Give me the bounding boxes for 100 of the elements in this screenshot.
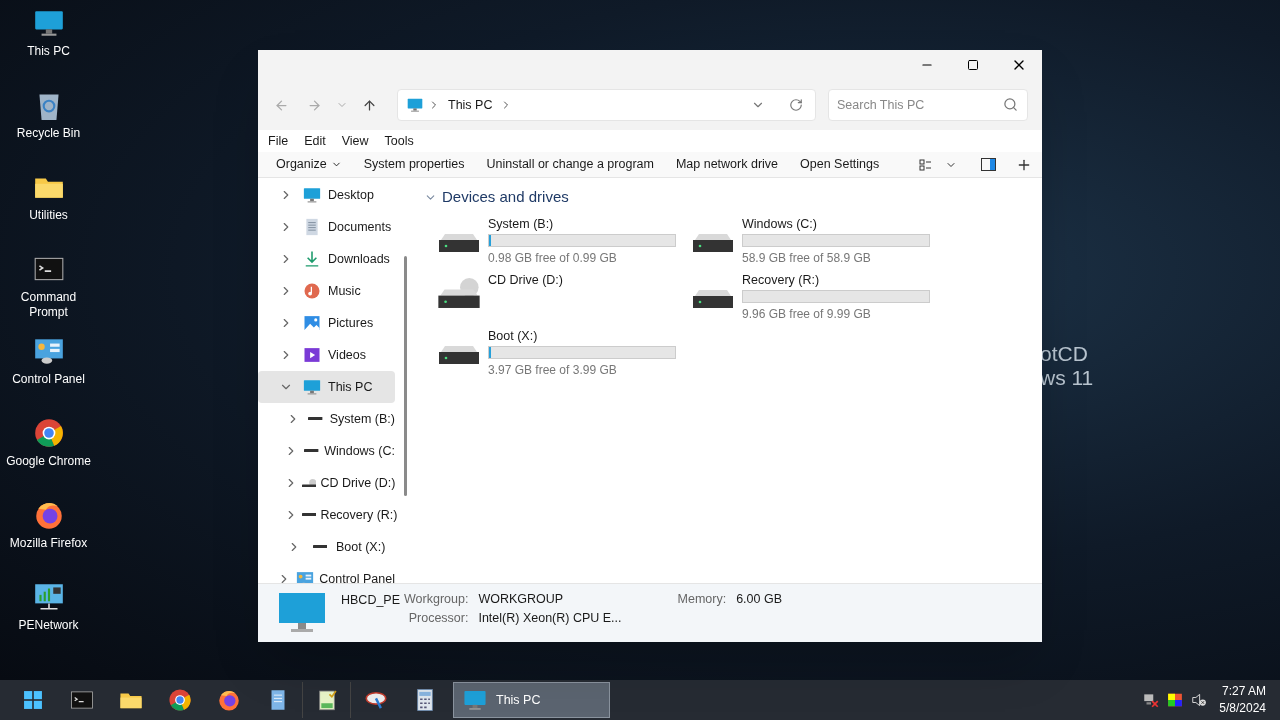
- hard-drive-icon: [437, 344, 481, 365]
- hard-drive-icon: [691, 232, 735, 253]
- free-space: 0.98 GB free of 0.99 GB: [488, 249, 618, 267]
- refresh-icon[interactable]: [789, 98, 803, 112]
- nav-label: Control Panel: [319, 570, 395, 583]
- taskbar-window-button[interactable]: This PC: [453, 682, 610, 718]
- free-space: 58.9 GB free of 58.9 GB: [742, 249, 872, 267]
- nav-label: Music: [328, 282, 361, 300]
- preview-pane-icon[interactable]: [981, 158, 996, 171]
- shortcut-label: PENetwork: [17, 618, 80, 633]
- shortcut-label: Mozilla Firefox: [8, 536, 89, 551]
- view-icon[interactable]: [919, 157, 933, 172]
- nav-item[interactable]: This PC: [258, 371, 395, 403]
- desktop-shortcut[interactable]: Recycle Bin: [0, 88, 97, 170]
- drive-name: System (B:): [488, 215, 555, 232]
- nav-item[interactable]: Downloads: [258, 243, 395, 275]
- video-icon: [302, 345, 322, 365]
- network-disconnected-icon: [1142, 691, 1161, 709]
- drive-tile[interactable]: CD Drive (D:): [437, 271, 691, 328]
- drive-name: Boot (X:): [488, 327, 539, 344]
- nav-label: This PC: [328, 378, 373, 396]
- nav-item[interactable]: Music: [258, 275, 395, 307]
- search-icon: [1003, 97, 1018, 112]
- nav-item[interactable]: System (B:): [258, 403, 395, 435]
- desktop-shortcut[interactable]: This PC: [0, 6, 97, 88]
- detail-label: Memory:: [677, 591, 727, 607]
- command-button[interactable]: Map network drive: [667, 152, 787, 177]
- desktop-shortcut[interactable]: PENetwork: [0, 580, 97, 662]
- drive-icon: [304, 449, 319, 453]
- nav-item[interactable]: CD Drive (D:): [258, 467, 395, 499]
- menu-item[interactable]: Edit: [296, 131, 334, 151]
- command-button[interactable]: Open Settings: [792, 152, 888, 177]
- shortcut-label: This PC: [26, 44, 71, 59]
- drive-tile[interactable]: System (B:) 0.98 GB free of 0.99 GB: [437, 215, 691, 272]
- clock-time[interactable]: 7:27 AM: [1221, 683, 1266, 700]
- detail-value: 6.00 GB: [736, 591, 783, 607]
- detail-label: Processor:: [407, 610, 469, 626]
- nav-item[interactable]: Videos: [258, 339, 395, 371]
- address-bar[interactable]: This PC: [397, 89, 816, 121]
- desktop-shortcut[interactable]: Utilities: [0, 170, 97, 252]
- clock-date[interactable]: 5/8/2024: [1219, 700, 1266, 717]
- drive-icon: [302, 513, 317, 517]
- drive-name: CD Drive (D:): [488, 271, 564, 288]
- nav-label: Pictures: [328, 314, 374, 332]
- desktop-shortcut[interactable]: Google Chrome: [0, 416, 97, 498]
- scrollbar[interactable]: [404, 256, 407, 496]
- nav-item[interactable]: Windows (C:: [258, 435, 395, 467]
- hard-drive-icon: [691, 288, 735, 309]
- nav-item[interactable]: Boot (X:): [258, 531, 395, 563]
- section-header[interactable]: Devices and drives: [424, 186, 1042, 209]
- drive-name: Recovery (R:): [742, 271, 821, 288]
- nav-label: Windows (C:: [324, 442, 395, 460]
- taskbar-app[interactable]: [302, 682, 351, 718]
- shortcut-label: Command Prompt: [19, 290, 78, 320]
- desktop-shortcut[interactable]: Mozilla Firefox: [0, 498, 97, 580]
- breadcrumb[interactable]: This PC: [448, 95, 493, 115]
- monitor-icon: [302, 185, 322, 205]
- menu-item[interactable]: Tools: [376, 131, 422, 151]
- detail-value: WORKGROUP: [478, 591, 565, 607]
- desktop-shortcut[interactable]: Control Panel: [0, 334, 97, 416]
- detail-value: Intel(R) Xeon(R) CPU E...: [478, 610, 622, 626]
- nav-item[interactable]: Documents: [258, 211, 395, 243]
- computer-icon: [278, 591, 326, 635]
- drive-icon: [308, 417, 323, 421]
- nav-label: Recovery (R:): [320, 506, 398, 524]
- shortcut-label: Control Panel: [11, 372, 86, 387]
- wallpaper-text: otCD: [1040, 342, 1089, 366]
- cd-drive-icon: [302, 478, 317, 488]
- command-button[interactable]: System properties: [355, 152, 473, 177]
- drive-icon: [312, 545, 328, 549]
- drive-tile[interactable]: Boot (X:) 3.97 GB free of 3.99 GB: [437, 327, 691, 384]
- menu-item[interactable]: View: [333, 131, 377, 151]
- drive-name: Windows (C:): [742, 215, 818, 232]
- shortcut-label: Utilities: [28, 208, 69, 223]
- shortcut-label: Recycle Bin: [15, 126, 82, 141]
- chrome-icon: [166, 687, 193, 713]
- drive-tile[interactable]: Windows (C:) 58.9 GB free of 58.9 GB: [691, 215, 945, 272]
- detail-label: Workgroup:: [404, 591, 469, 607]
- search-field[interactable]: Search This PC: [828, 89, 1028, 121]
- desktop-shortcut[interactable]: Command Prompt: [0, 252, 97, 334]
- up-icon[interactable]: [362, 97, 377, 113]
- monitor-icon: [302, 377, 322, 397]
- pictures-icon: [302, 313, 322, 333]
- free-space: 9.96 GB free of 9.99 GB: [742, 305, 872, 323]
- nav-label: Documents: [328, 218, 392, 236]
- command-button[interactable]: Organize: [268, 152, 350, 177]
- nav-label: System (B:): [329, 410, 395, 428]
- drive-tile[interactable]: Recovery (R:) 9.96 GB free of 9.99 GB: [691, 271, 945, 328]
- nav-label: Videos: [328, 346, 366, 364]
- nav-item[interactable]: Recovery (R:): [258, 499, 395, 531]
- shortcut-label: Google Chrome: [5, 454, 92, 469]
- nav-item[interactable]: Pictures: [258, 307, 395, 339]
- monitor-icon: [406, 96, 424, 114]
- nav-item[interactable]: Desktop: [258, 179, 395, 211]
- nav-label: Boot (X:): [336, 538, 386, 556]
- hard-drive-icon: [437, 232, 481, 253]
- command-button[interactable]: Uninstall or change a program: [478, 152, 662, 177]
- menu-item[interactable]: File: [260, 131, 297, 151]
- maximize-icon[interactable]: [967, 59, 979, 71]
- nav-label: Downloads: [328, 250, 390, 268]
